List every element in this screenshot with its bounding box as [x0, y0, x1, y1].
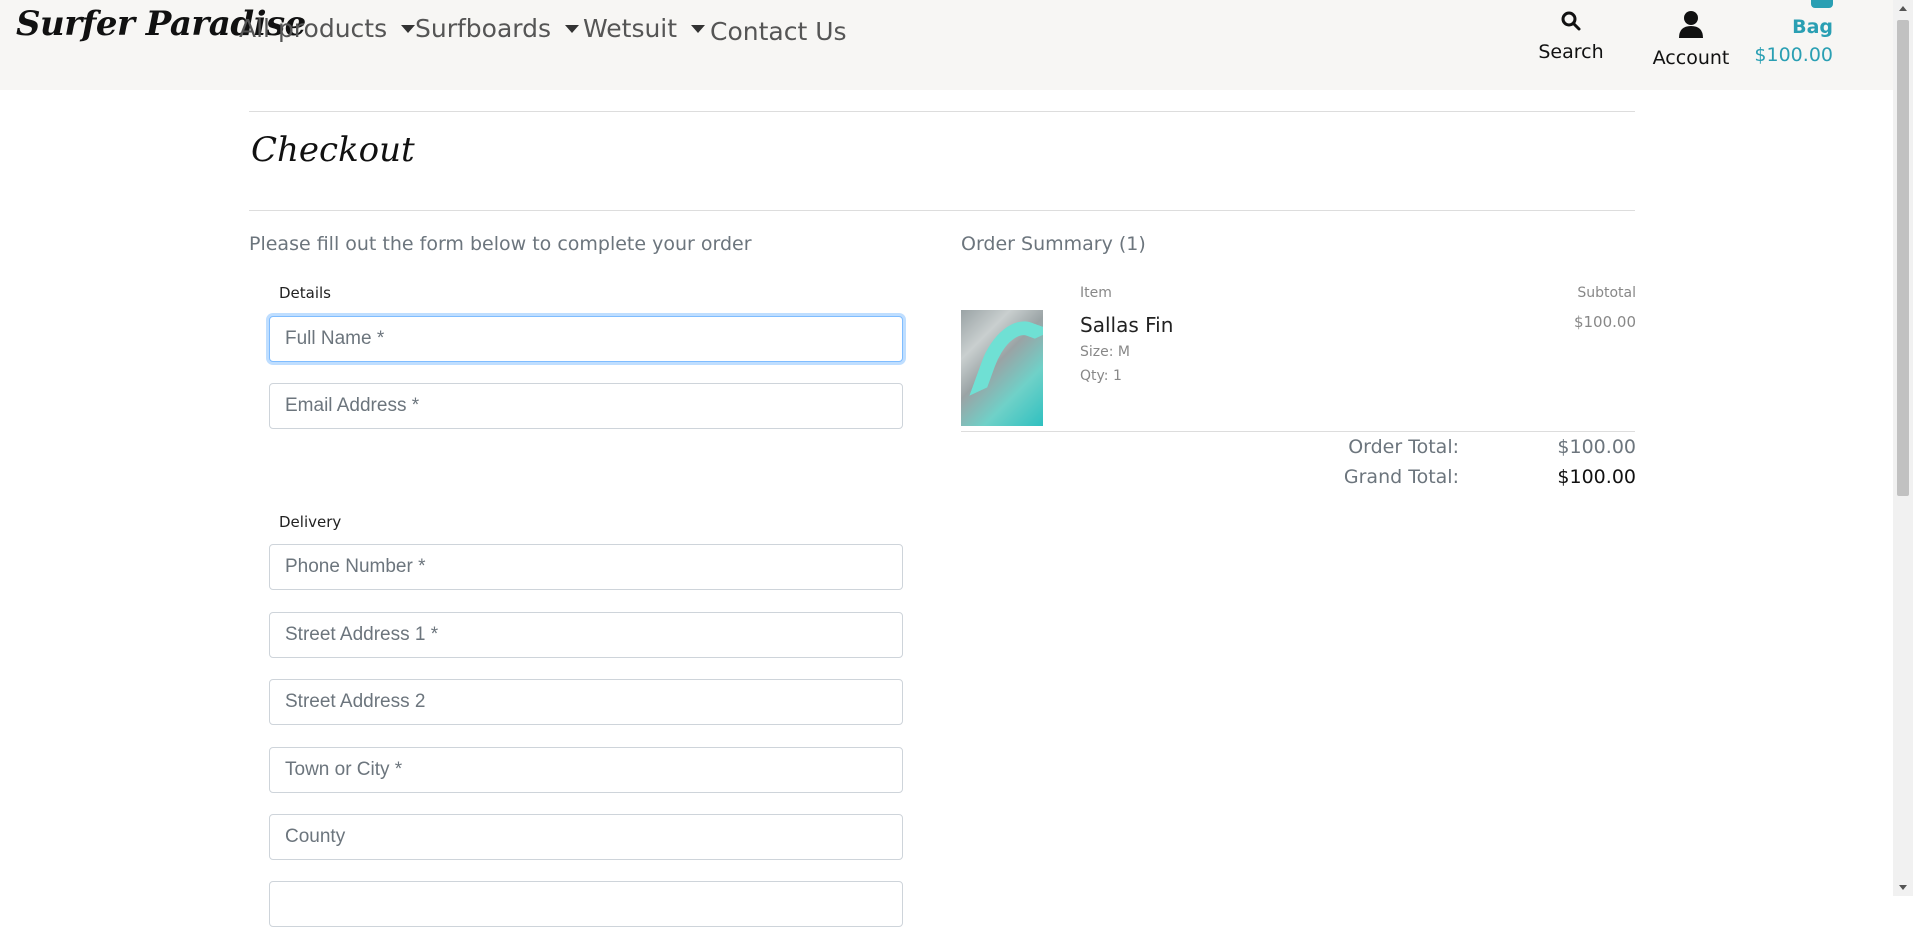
- nav-contact-us[interactable]: Contact Us: [710, 17, 847, 46]
- user-icon: [1679, 11, 1703, 38]
- full-name-field[interactable]: Full Name *: [269, 316, 903, 362]
- county-field[interactable]: County: [269, 814, 903, 860]
- order-total-value: $100.00: [1557, 436, 1636, 458]
- top-navbar: Surfer Paradise All products Surfboards …: [0, 0, 1893, 90]
- nav-all-products-label: All products: [239, 14, 388, 43]
- account-label: Account: [1652, 47, 1730, 69]
- phone-number-field[interactable]: Phone Number *: [269, 544, 903, 590]
- caret-down-icon: [401, 24, 416, 33]
- product-qty: Qty: 1: [1080, 368, 1122, 384]
- nav-wetsuit[interactable]: Wetsuit: [583, 14, 706, 43]
- product-name: Sallas Fin: [1080, 313, 1174, 337]
- nav-surfboards[interactable]: Surfboards: [415, 14, 580, 43]
- search-icon: [1561, 11, 1581, 31]
- email-field[interactable]: Email Address *: [269, 383, 903, 429]
- bag-amount: $100.00: [1754, 44, 1833, 66]
- page-title: Checkout: [251, 130, 415, 170]
- bag-label: Bag: [1792, 16, 1833, 38]
- next-field-partial[interactable]: [269, 881, 903, 927]
- product-subtotal: $100.00: [1573, 313, 1636, 331]
- grand-total-value: $100.00: [1557, 466, 1636, 488]
- form-instructions: Please fill out the form below to comple…: [249, 233, 752, 255]
- scroll-down-arrow-icon[interactable]: [1899, 885, 1907, 890]
- product-size: Size: M: [1080, 344, 1130, 360]
- page-scrollbar[interactable]: [1893, 0, 1913, 896]
- details-legend: Details: [279, 284, 332, 302]
- divider: [249, 210, 1635, 211]
- town-or-city-field[interactable]: Town or City *: [269, 747, 903, 793]
- nav-all-products[interactable]: All products: [239, 14, 416, 43]
- nav-wetsuit-label: Wetsuit: [583, 14, 678, 43]
- shopping-bag-link[interactable]: Bag $100.00: [1754, 0, 1833, 66]
- street-address-2-field[interactable]: Street Address 2: [269, 679, 903, 725]
- search-toggle[interactable]: Search: [1536, 10, 1606, 63]
- column-header-subtotal: Subtotal: [1577, 285, 1636, 301]
- scroll-up-arrow-icon[interactable]: [1899, 6, 1907, 11]
- fin-image: [969, 311, 1043, 415]
- shopping-bag-icon: [1811, 0, 1833, 8]
- summary-divider: [961, 431, 1635, 432]
- order-total-label: Order Total:: [1348, 436, 1459, 458]
- column-header-item: Item: [1080, 285, 1112, 301]
- caret-down-icon: [691, 24, 706, 33]
- divider: [249, 111, 1635, 112]
- street-address-1-field[interactable]: Street Address 1 *: [269, 612, 903, 658]
- delivery-legend: Delivery: [279, 513, 342, 531]
- scroll-thumb[interactable]: [1897, 20, 1909, 496]
- account-menu[interactable]: Account: [1651, 10, 1731, 69]
- nav-surfboards-label: Surfboards: [415, 14, 552, 43]
- order-summary-title: Order Summary (1): [961, 233, 1146, 255]
- nav-contact-us-label: Contact Us: [710, 17, 847, 46]
- product-thumbnail[interactable]: [961, 310, 1043, 426]
- grand-total-label: Grand Total:: [1343, 466, 1459, 488]
- caret-down-icon: [565, 24, 580, 33]
- search-label: Search: [1538, 41, 1604, 63]
